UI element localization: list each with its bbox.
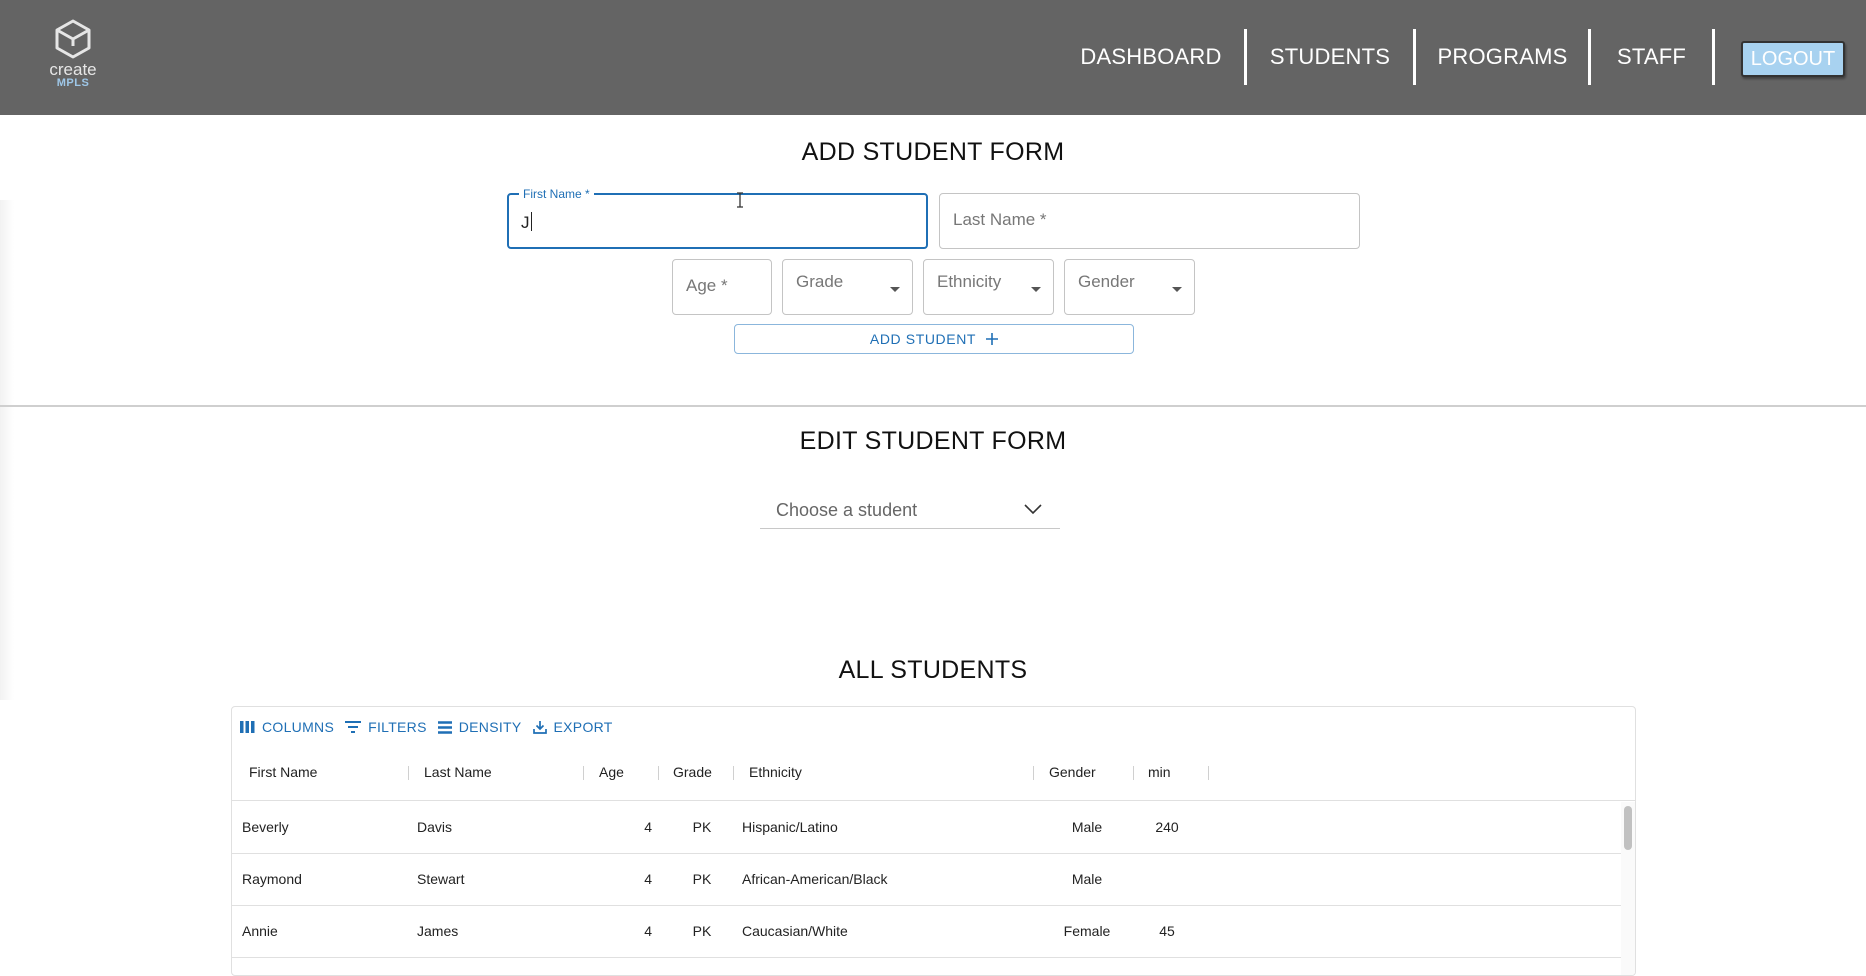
table-row[interactable]: Raymond Stewart 4 PK African-American/Bl… — [232, 854, 1622, 906]
density-icon — [437, 720, 452, 734]
filters-label: FILTERS — [368, 719, 427, 735]
nav-separator — [1588, 29, 1591, 85]
nav-dashboard[interactable]: DASHBOARD — [1080, 29, 1221, 85]
column-header-age[interactable]: Age — [599, 764, 624, 780]
edit-student-form-title: EDIT STUDENT FORM — [799, 427, 1067, 455]
cell-ethnicity: African-American/Black — [742, 871, 888, 887]
cell-grade: PK — [692, 819, 712, 835]
column-header-min[interactable]: min — [1148, 764, 1171, 780]
ethnicity-select[interactable]: Ethnicity — [923, 259, 1054, 315]
cell-first-name: Raymond — [242, 871, 302, 887]
choose-student-select[interactable]: Choose a student — [760, 494, 1060, 529]
columns-icon — [240, 721, 255, 733]
nav-separator — [1413, 29, 1416, 85]
section-divider — [0, 405, 1866, 407]
grid-toolbar: COLUMNS FILTERS DENSITY EXPORT — [240, 717, 624, 737]
cell-age: 4 — [644, 871, 652, 887]
dropdown-arrow-icon — [1031, 287, 1041, 292]
column-header-grade[interactable]: Grade — [673, 764, 712, 780]
columns-button[interactable]: COLUMNS — [240, 719, 334, 735]
ethnicity-placeholder: Ethnicity — [937, 272, 1002, 291]
age-field[interactable]: Age * — [672, 259, 772, 315]
dropdown-arrow-icon — [890, 287, 900, 292]
cell-min: 240 — [1155, 819, 1179, 835]
nav-separator — [1712, 29, 1715, 85]
gender-placeholder: Gender — [1078, 272, 1135, 291]
filter-icon — [345, 721, 362, 733]
cell-grade: PK — [692, 923, 712, 939]
column-separator[interactable] — [1208, 766, 1209, 780]
text-cursor-icon — [737, 192, 743, 208]
students-data-grid: COLUMNS FILTERS DENSITY EXPORT First Nam… — [231, 706, 1636, 976]
cell-age: 4 — [644, 923, 652, 939]
density-label: DENSITY — [458, 719, 522, 735]
column-separator[interactable] — [1133, 766, 1134, 780]
columns-label: COLUMNS — [262, 719, 335, 735]
nav-programs[interactable]: PROGRAMS — [1438, 29, 1568, 85]
dropdown-arrow-icon — [1172, 287, 1182, 292]
last-name-placeholder: Last Name * — [953, 210, 1047, 229]
cell-grade: PK — [692, 871, 712, 887]
logout-button[interactable]: LOGOUT — [1741, 41, 1845, 77]
cell-gender: Male — [1071, 819, 1103, 835]
column-header-ethnicity[interactable]: Ethnicity — [749, 764, 802, 780]
main-nav: DASHBOARD STUDENTS PROGRAMS STAFF — [0, 29, 1866, 85]
table-row[interactable]: Beverly Davis 4 PK Hispanic/Latino Male … — [232, 802, 1622, 854]
cell-gender: Male — [1071, 871, 1103, 887]
nav-students[interactable]: STUDENTS — [1270, 29, 1390, 85]
export-button[interactable]: EXPORT — [532, 719, 613, 735]
column-separator[interactable] — [733, 766, 734, 780]
cell-age: 4 — [644, 819, 652, 835]
column-separator[interactable] — [1033, 766, 1034, 780]
age-placeholder: Age * — [686, 276, 728, 295]
gender-select[interactable]: Gender — [1064, 259, 1195, 315]
table-row[interactable]: Annie James 4 PK Caucasian/White Female … — [232, 906, 1622, 958]
cell-min: 45 — [1159, 923, 1175, 939]
plus-icon — [986, 333, 999, 345]
column-header-first-name[interactable]: First Name — [249, 764, 317, 780]
grade-placeholder: Grade — [796, 272, 844, 291]
cell-ethnicity: Hispanic/Latino — [742, 819, 838, 835]
all-students-title: ALL STUDENTS — [838, 656, 1028, 684]
grade-select[interactable]: Grade — [782, 259, 913, 315]
column-header-gender[interactable]: Gender — [1049, 764, 1096, 780]
cell-last-name: Davis — [417, 819, 453, 835]
cell-last-name: James — [417, 923, 459, 939]
add-student-button[interactable]: ADD STUDENT — [734, 324, 1134, 354]
cell-ethnicity: Caucasian/White — [742, 923, 848, 939]
chevron-down-icon — [1024, 504, 1042, 515]
nav-separator — [1244, 29, 1247, 85]
text-caret — [530, 212, 532, 231]
app-header: create MPLS DASHBOARD STUDENTS PROGRAMS … — [0, 0, 1866, 115]
last-name-field[interactable]: Last Name * — [939, 193, 1360, 249]
first-name-field[interactable]: First Name * J — [507, 187, 928, 249]
first-name-value: J — [521, 212, 532, 232]
column-header-last-name[interactable]: Last Name — [424, 764, 492, 780]
nav-staff[interactable]: STAFF — [1614, 29, 1689, 85]
add-student-form-title: ADD STUDENT FORM — [801, 138, 1065, 166]
density-button[interactable]: DENSITY — [437, 719, 522, 735]
column-separator[interactable] — [408, 766, 409, 780]
grid-scrollbar-thumb[interactable] — [1624, 806, 1632, 850]
cell-last-name: Stewart — [417, 871, 465, 887]
export-label: EXPORT — [553, 719, 613, 735]
cell-first-name: Beverly — [242, 819, 289, 835]
first-name-label: First Name * — [519, 187, 594, 201]
grid-header-row: First Name Last Name Age Grade Ethnicity… — [232, 744, 1635, 801]
column-separator[interactable] — [658, 766, 659, 780]
add-student-label: ADD STUDENT — [869, 331, 977, 347]
download-icon — [532, 721, 547, 734]
choose-student-placeholder: Choose a student — [776, 500, 918, 520]
cell-first-name: Annie — [242, 923, 278, 939]
cell-gender: Female — [1063, 923, 1111, 939]
column-separator[interactable] — [583, 766, 584, 780]
filters-button[interactable]: FILTERS — [345, 719, 427, 735]
